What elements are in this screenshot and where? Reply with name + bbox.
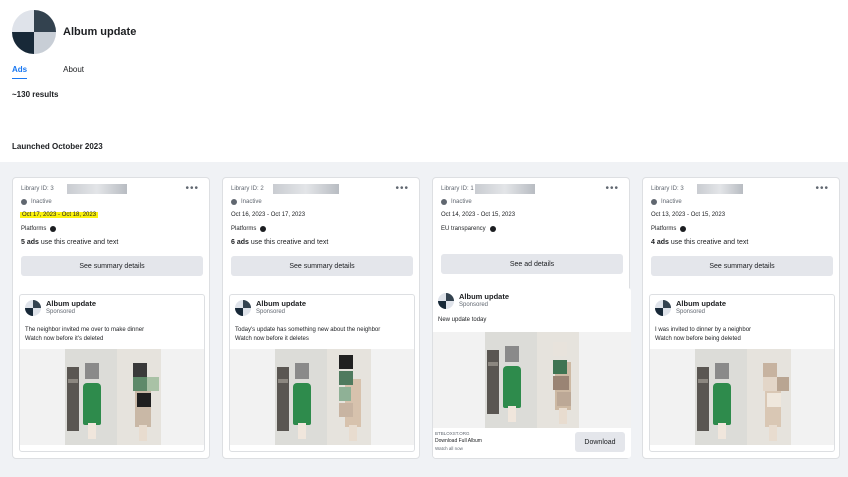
results-count: ~130 results bbox=[12, 90, 59, 99]
info-icon[interactable] bbox=[50, 226, 57, 232]
ad-preview[interactable]: Album update Sponsored The neighbor invi… bbox=[19, 294, 205, 452]
ad-image[interactable] bbox=[230, 349, 414, 445]
ads-count: 5 ads use this creative and text bbox=[21, 239, 119, 246]
link-description: Watch all now bbox=[435, 446, 463, 451]
advertiser-name[interactable]: Album update bbox=[459, 292, 509, 301]
more-options-icon[interactable]: ••• bbox=[185, 183, 199, 194]
sponsored-label: Sponsored bbox=[46, 309, 76, 315]
see-summary-button[interactable]: See summary details bbox=[21, 256, 203, 276]
library-id: Library ID: 3 bbox=[651, 186, 684, 192]
platforms-label: Platforms bbox=[651, 226, 677, 232]
sponsored-label: Sponsored bbox=[459, 302, 489, 308]
status-badge: Inactive bbox=[21, 199, 52, 205]
ad-footer: BTBLOXST.ORG Download Full Album Watch a… bbox=[433, 428, 631, 458]
run-dates: Oct 16, 2023 - Oct 17, 2023 bbox=[231, 212, 306, 218]
avatar bbox=[25, 300, 41, 316]
eu-transparency-label: EU transparency bbox=[441, 226, 486, 232]
advertiser-name[interactable]: Album update bbox=[256, 299, 306, 308]
ad-image[interactable] bbox=[20, 349, 204, 445]
ad-text: New update today bbox=[438, 317, 487, 323]
run-dates: Oct 13, 2023 - Oct 15, 2023 bbox=[651, 212, 726, 218]
ad-image[interactable] bbox=[433, 332, 631, 428]
redacted-id bbox=[67, 184, 127, 194]
see-summary-button[interactable]: See summary details bbox=[651, 256, 833, 276]
link-title[interactable]: Download Full Album bbox=[435, 438, 482, 444]
page-title[interactable]: Album update bbox=[63, 26, 136, 38]
advertiser-name[interactable]: Album update bbox=[46, 299, 96, 308]
ad-preview[interactable]: Album update Sponsored New update today … bbox=[433, 288, 631, 458]
status-badge: Inactive bbox=[231, 199, 262, 205]
ads-count: 4 ads use this creative and text bbox=[651, 239, 749, 246]
run-dates: Oct 17, 2023 - Oct 18, 2023 bbox=[20, 212, 99, 218]
status-label: Inactive bbox=[661, 199, 682, 205]
library-id: Library ID: 3 bbox=[21, 186, 54, 192]
download-button[interactable]: Download bbox=[575, 432, 625, 452]
sponsored-label: Sponsored bbox=[676, 309, 706, 315]
advertiser-name[interactable]: Album update bbox=[676, 299, 726, 308]
ad-text: Today's update has something new about t… bbox=[235, 327, 381, 342]
status-badge: Inactive bbox=[651, 199, 682, 205]
more-options-icon[interactable]: ••• bbox=[815, 183, 829, 194]
redacted-id bbox=[475, 184, 535, 194]
status-badge: Inactive bbox=[441, 199, 472, 205]
platforms: Platforms bbox=[651, 226, 687, 232]
platforms-label: Platforms bbox=[231, 226, 257, 232]
page-avatar[interactable] bbox=[12, 10, 56, 54]
section-heading: Launched October 2023 bbox=[12, 142, 103, 151]
tab-about[interactable]: About bbox=[63, 65, 84, 79]
info-icon[interactable] bbox=[680, 226, 687, 232]
tab-ads[interactable]: Ads bbox=[12, 65, 28, 79]
see-ad-details-button[interactable]: See ad details bbox=[441, 254, 623, 274]
platforms-label: Platforms bbox=[21, 226, 47, 232]
ad-card: Library ID: 2 ••• Inactive Oct 16, 2023 … bbox=[222, 177, 420, 459]
ad-image[interactable] bbox=[650, 349, 834, 445]
ad-preview[interactable]: Album update Sponsored I was invited to … bbox=[649, 294, 835, 452]
inactive-icon bbox=[231, 199, 237, 205]
inactive-icon bbox=[21, 199, 27, 205]
sponsored-label: Sponsored bbox=[256, 309, 286, 315]
redacted-id bbox=[697, 184, 743, 194]
status-label: Inactive bbox=[451, 199, 472, 205]
inactive-icon bbox=[441, 199, 447, 205]
avatar bbox=[235, 300, 251, 316]
ad-card: Library ID: 3 ••• Inactive Oct 13, 2023 … bbox=[642, 177, 840, 459]
info-icon[interactable] bbox=[260, 226, 267, 232]
ad-preview[interactable]: Album update Sponsored Today's update ha… bbox=[229, 294, 415, 452]
status-label: Inactive bbox=[241, 199, 262, 205]
platforms: Platforms bbox=[21, 226, 57, 232]
ad-text: I was invited to dinner by a neighbor Wat… bbox=[655, 327, 752, 342]
avatar bbox=[438, 293, 454, 309]
inactive-icon bbox=[651, 199, 657, 205]
tab-bar: Ads About bbox=[12, 65, 84, 79]
library-id: Library ID: 1 bbox=[441, 186, 474, 192]
platforms: Platforms bbox=[231, 226, 267, 232]
more-options-icon[interactable]: ••• bbox=[605, 183, 619, 194]
ads-count: 6 ads use this creative and text bbox=[231, 239, 329, 246]
see-summary-button[interactable]: See summary details bbox=[231, 256, 413, 276]
ad-card: Library ID: 1 ••• Inactive Oct 14, 2023 … bbox=[432, 177, 631, 459]
ad-text: The neighbor invited me over to make din… bbox=[25, 327, 145, 342]
page-header: Album update Ads About ~130 results Laun… bbox=[0, 0, 848, 162]
link-domain[interactable]: BTBLOXST.ORG bbox=[435, 431, 470, 436]
info-icon[interactable] bbox=[489, 226, 496, 232]
ad-card: Library ID: 3 ••• Inactive Oct 17, 2023 … bbox=[12, 177, 210, 459]
status-label: Inactive bbox=[31, 199, 52, 205]
redacted-id bbox=[273, 184, 339, 194]
platforms: EU transparency bbox=[441, 226, 496, 232]
avatar bbox=[655, 300, 671, 316]
more-options-icon[interactable]: ••• bbox=[395, 183, 409, 194]
library-id: Library ID: 2 bbox=[231, 186, 264, 192]
run-dates: Oct 14, 2023 - Oct 15, 2023 bbox=[441, 212, 516, 218]
